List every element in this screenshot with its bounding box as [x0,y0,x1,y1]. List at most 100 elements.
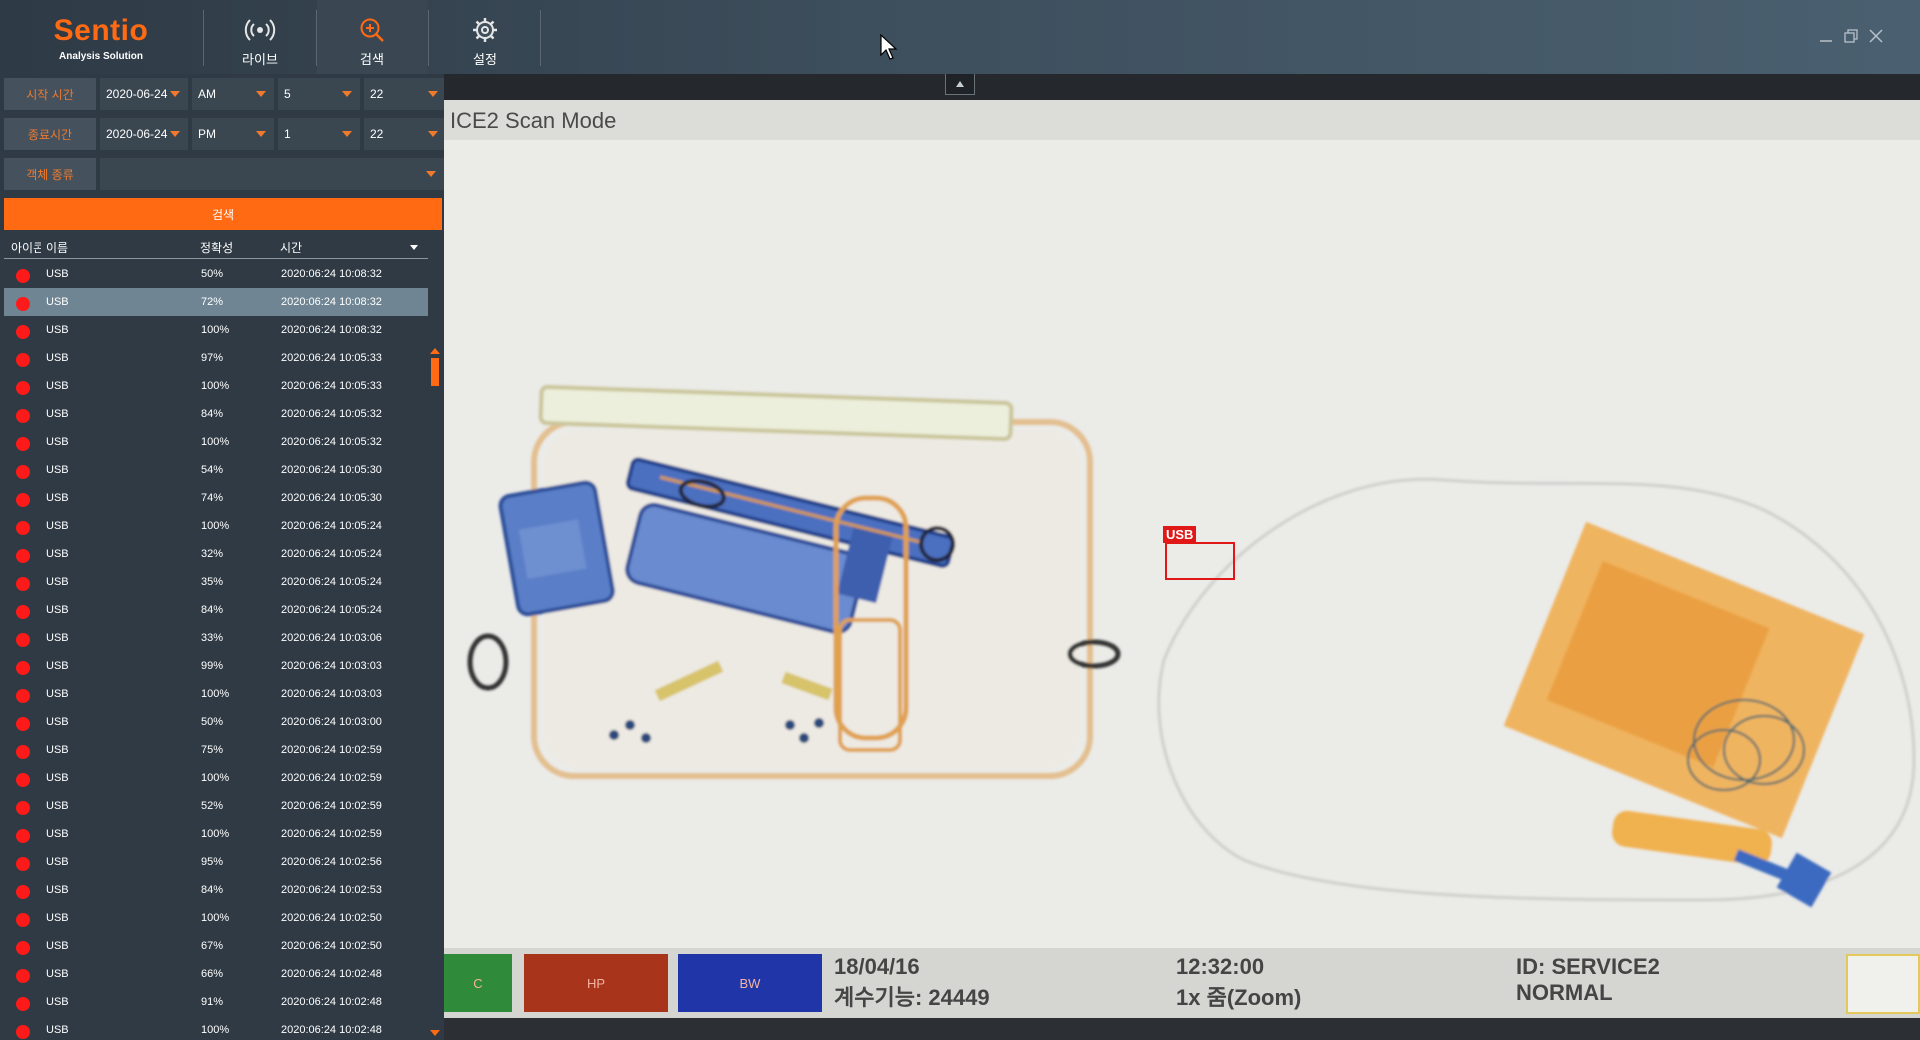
scroll-up-icon[interactable] [430,348,440,354]
detection-dot-icon [16,493,30,507]
nav-divider [203,10,204,66]
table-row[interactable]: USB 66% 2020:06:24 10:02:48 [4,960,428,988]
row-name: USB [46,408,69,420]
row-name: USB [46,632,69,644]
table-row[interactable]: USB 100% 2020:06:24 10:05:33 [4,372,428,400]
nav-settings-button[interactable]: 설정 [430,0,540,74]
table-row[interactable]: USB 100% 2020:06:24 10:02:50 [4,904,428,932]
header-icon[interactable]: 아이콘 [11,239,41,256]
detection-dot-icon [16,717,30,731]
table-row[interactable]: USB 50% 2020:06:24 10:03:00 [4,708,428,736]
table-row[interactable]: USB 67% 2020:06:24 10:02:50 [4,932,428,960]
viewer-top-bar [444,74,1920,100]
row-time: 2020:06:24 10:05:33 [281,380,382,392]
table-row[interactable]: USB 54% 2020:06:24 10:05:30 [4,456,428,484]
start-hour-select[interactable]: 5 [278,78,360,110]
header-accuracy[interactable]: 정확성 [200,239,233,256]
row-name: USB [46,352,69,364]
chevron-down-icon [428,131,438,137]
close-button[interactable] [1866,26,1886,46]
device-mode: NORMAL [1516,980,1613,1005]
table-row[interactable]: USB 95% 2020:06:24 10:02:56 [4,848,428,876]
row-name: USB [46,940,69,952]
scroll-down-icon[interactable] [430,1030,440,1036]
table-row[interactable]: USB 99% 2020:06:24 10:03:03 [4,652,428,680]
results-list: USB 50% 2020:06:24 10:08:32 USB 72% 2020:06:2… [4,260,428,1040]
table-row[interactable]: USB 75% 2020:06:24 10:02:59 [4,736,428,764]
header-time[interactable]: 시간 [280,239,302,256]
table-row[interactable]: USB 100% 2020:06:24 10:08:32 [4,316,428,344]
row-name: USB [46,548,69,560]
table-row[interactable]: USB 100% 2020:06:24 10:02:59 [4,764,428,792]
close-icon [1869,29,1883,43]
end-hour-select[interactable]: 1 [278,118,360,150]
start-date-select[interactable]: 2020-06-24 [100,78,188,110]
row-accuracy: 97% [201,352,224,364]
table-row[interactable]: USB 72% 2020:06:24 10:08:32 [4,288,428,316]
row-accuracy: 54% [201,464,224,476]
search-panel: 시작 시간 2020-06-24 AM 5 22 종료시간 2020-06-24… [0,74,446,1040]
detection-dot-icon [16,689,30,703]
row-time: 2020:06:24 10:05:30 [281,492,382,504]
detection-dot-icon [16,325,30,339]
detection-dot-icon [16,857,30,871]
table-row[interactable]: USB 74% 2020:06:24 10:05:30 [4,484,428,512]
table-row[interactable]: USB 100% 2020:06:24 10:05:32 [4,428,428,456]
row-name: USB [46,296,69,308]
nav-live-button[interactable]: 라이브 [205,0,315,74]
row-time: 2020:06:24 10:05:30 [281,464,382,476]
table-row[interactable]: USB 50% 2020:06:24 10:08:32 [4,260,428,288]
nav-divider [540,10,541,66]
table-row[interactable]: USB 100% 2020:06:24 10:02:59 [4,820,428,848]
table-row[interactable]: USB 32% 2020:06:24 10:05:24 [4,540,428,568]
table-row[interactable]: USB 100% 2020:06:24 10:03:03 [4,680,428,708]
sort-down-icon[interactable] [410,245,418,250]
table-row[interactable]: USB 33% 2020:06:24 10:03:06 [4,624,428,652]
minimize-button[interactable] [1816,26,1836,46]
table-row[interactable]: USB 100% 2020:06:24 10:05:24 [4,512,428,540]
collapse-button[interactable] [945,74,975,95]
object-type-select[interactable] [100,158,444,190]
end-date-select[interactable]: 2020-06-24 [100,118,188,150]
table-row[interactable]: USB 84% 2020:06:24 10:02:53 [4,876,428,904]
detection-dot-icon [16,913,30,927]
row-accuracy: 100% [201,688,230,700]
results-scrollbar[interactable] [430,260,440,1040]
start-ampm-select[interactable]: AM [192,78,274,110]
scroll-thumb[interactable] [431,358,439,386]
color-mode-hp-button[interactable]: HP [524,954,668,1012]
row-time: 2020:06:24 10:08:32 [281,324,382,336]
color-mode-bw-button[interactable]: BW [678,954,822,1012]
nav-search-button[interactable]: 검색 [317,0,427,74]
scan-zoom: 1x 줌(Zoom) [1176,985,1302,1010]
search-button[interactable]: 검색 [4,198,442,230]
table-row[interactable]: USB 84% 2020:06:24 10:05:32 [4,400,428,428]
row-accuracy: 95% [201,856,224,868]
row-name: USB [46,912,69,924]
minimize-icon [1820,40,1832,42]
chevron-down-icon [342,91,352,97]
chevron-down-icon [256,131,266,137]
table-row[interactable]: USB 52% 2020:06:24 10:02:59 [4,792,428,820]
table-row[interactable]: USB 100% 2020:06:24 10:02:48 [4,1016,428,1040]
scan-mode-title: ICE2 Scan Mode [450,108,617,133]
end-minute-select[interactable]: 22 [364,118,446,150]
table-row[interactable]: USB 84% 2020:06:24 10:05:24 [4,596,428,624]
table-row[interactable]: USB 35% 2020:06:24 10:05:24 [4,568,428,596]
start-minute-select[interactable]: 22 [364,78,446,110]
row-time: 2020:06:24 10:02:53 [281,884,382,896]
header-name[interactable]: 이름 [46,239,68,256]
color-mode-c-button[interactable]: C [444,954,512,1012]
restore-button[interactable] [1841,26,1861,46]
end-ampm-select[interactable]: PM [192,118,274,150]
scan-time: 12:32:00 [1176,954,1265,979]
row-accuracy: 100% [201,324,230,336]
scan-thumbnail[interactable] [1846,954,1920,1014]
detection-dot-icon [16,381,30,395]
row-accuracy: 100% [201,772,230,784]
row-time: 2020:06:24 10:05:33 [281,352,382,364]
table-row[interactable]: USB 97% 2020:06:24 10:05:33 [4,344,428,372]
row-accuracy: 67% [201,940,224,952]
table-row[interactable]: USB 91% 2020:06:24 10:02:48 [4,988,428,1016]
row-name: USB [46,660,69,672]
